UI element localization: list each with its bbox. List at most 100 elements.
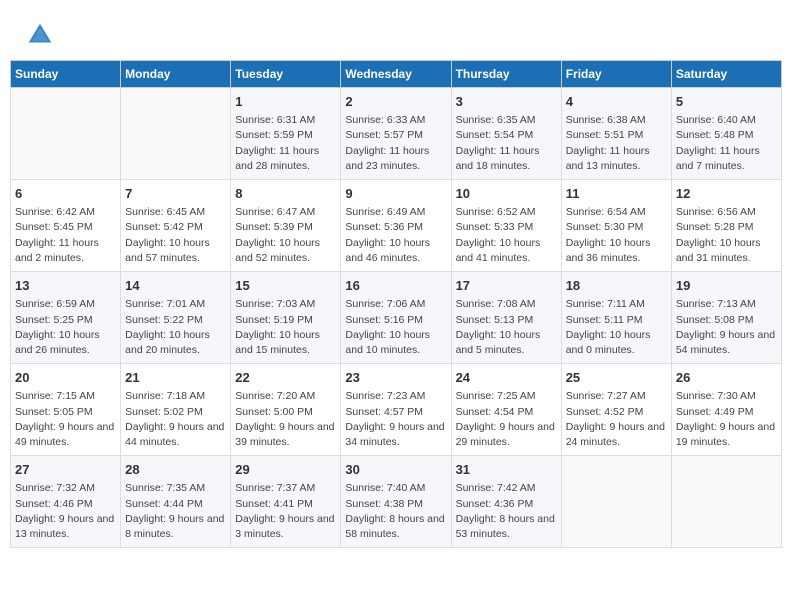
day-info: Sunrise: 6:35 AM Sunset: 5:54 PM Dayligh… [456,113,557,174]
day-number: 4 [566,93,667,111]
day-number: 13 [15,277,116,295]
day-info: Sunrise: 7:25 AM Sunset: 4:54 PM Dayligh… [456,389,557,450]
day-number: 28 [125,461,226,479]
day-info: Sunrise: 7:06 AM Sunset: 5:16 PM Dayligh… [345,297,446,358]
day-cell: 2Sunrise: 6:33 AM Sunset: 5:57 PM Daylig… [341,88,451,180]
week-row-3: 13Sunrise: 6:59 AM Sunset: 5:25 PM Dayli… [11,272,782,364]
header-cell-saturday: Saturday [671,61,781,88]
page-header [10,10,782,55]
day-number: 16 [345,277,446,295]
day-cell: 15Sunrise: 7:03 AM Sunset: 5:19 PM Dayli… [231,272,341,364]
day-number: 22 [235,369,336,387]
logo [25,20,59,50]
day-info: Sunrise: 6:40 AM Sunset: 5:48 PM Dayligh… [676,113,777,174]
day-number: 19 [676,277,777,295]
week-row-4: 20 Sunrise: 7:15 AM Sunset: 5:05 PM Dayli… [11,364,782,456]
day-cell: 20 Sunrise: 7:15 AM Sunset: 5:05 PM Dayli… [11,364,121,456]
day-cell: 10 Sunrise: 6:52 AM Sunset: 5:33 PM Dayli… [451,180,561,272]
day-cell: 27 Sunrise: 7:32 AM Sunset: 4:46 PM Dayli… [11,456,121,548]
day-info: Sunrise: 7:32 AM Sunset: 4:46 PM Dayligh… [15,481,116,542]
day-info: Sunrise: 6:38 AM Sunset: 5:51 PM Dayligh… [566,113,667,174]
day-number: 14 [125,277,226,295]
day-number: 3 [456,93,557,111]
day-info: Sunrise: 7:37 AM Sunset: 4:41 PM Dayligh… [235,481,336,542]
day-number: 6 [15,185,116,203]
day-number: 30 [345,461,446,479]
week-row-1: 1 Sunrise: 6:31 AM Sunset: 5:59 PM Daylig… [11,88,782,180]
day-cell: 4 Sunrise: 6:38 AM Sunset: 5:51 PM Daylig… [561,88,671,180]
day-info: Sunrise: 7:03 AM Sunset: 5:19 PM Dayligh… [235,297,336,358]
day-info: Sunrise: 7:30 AM Sunset: 4:49 PM Dayligh… [676,389,777,450]
day-number: 27 [15,461,116,479]
day-info: Sunrise: 6:42 AM Sunset: 5:45 PM Dayligh… [15,205,116,266]
day-number: 29 [235,461,336,479]
day-cell: 24 Sunrise: 7:25 AM Sunset: 4:54 PM Dayli… [451,364,561,456]
calendar-header: SundayMondayTuesdayWednesdayThursdayFrid… [11,61,782,88]
day-cell: 1 Sunrise: 6:31 AM Sunset: 5:59 PM Daylig… [231,88,341,180]
day-info: Sunrise: 7:27 AM Sunset: 4:52 PM Dayligh… [566,389,667,450]
day-cell: 22 Sunrise: 7:20 AM Sunset: 5:00 PM Dayli… [231,364,341,456]
day-info: Sunrise: 7:01 AM Sunset: 5:22 PM Dayligh… [125,297,226,358]
day-number: 26 [676,369,777,387]
day-cell: 5 Sunrise: 6:40 AM Sunset: 5:48 PM Daylig… [671,88,781,180]
day-number: 17 [456,277,557,295]
day-cell: 29 Sunrise: 7:37 AM Sunset: 4:41 PM Dayli… [231,456,341,548]
day-cell [121,88,231,180]
day-cell [671,456,781,548]
day-cell: 14 Sunrise: 7:01 AM Sunset: 5:22 PM Dayli… [121,272,231,364]
day-cell: 31 Sunrise: 7:42 AM Sunset: 4:36 PM Dayli… [451,456,561,548]
day-info: Sunrise: 7:13 AM Sunset: 5:08 PM Dayligh… [676,297,777,358]
calendar-table: SundayMondayTuesdayWednesdayThursdayFrid… [10,60,782,548]
day-cell: 12Sunrise: 6:56 AM Sunset: 5:28 PM Dayli… [671,180,781,272]
day-cell: 21 Sunrise: 7:18 AM Sunset: 5:02 PM Dayli… [121,364,231,456]
day-cell: 16 Sunrise: 7:06 AM Sunset: 5:16 PM Dayli… [341,272,451,364]
day-info: Sunrise: 6:49 AM Sunset: 5:36 PM Dayligh… [345,205,446,266]
day-info: Sunrise: 7:35 AM Sunset: 4:44 PM Dayligh… [125,481,226,542]
day-info: Sunrise: 7:20 AM Sunset: 5:00 PM Dayligh… [235,389,336,450]
day-info: Sunrise: 6:31 AM Sunset: 5:59 PM Dayligh… [235,113,336,174]
day-info: Sunrise: 6:54 AM Sunset: 5:30 PM Dayligh… [566,205,667,266]
day-number: 10 [456,185,557,203]
day-info: Sunrise: 7:15 AM Sunset: 5:05 PM Dayligh… [15,389,116,450]
day-info: Sunrise: 6:47 AM Sunset: 5:39 PM Dayligh… [235,205,336,266]
day-cell: 25 Sunrise: 7:27 AM Sunset: 4:52 PM Dayli… [561,364,671,456]
week-row-5: 27 Sunrise: 7:32 AM Sunset: 4:46 PM Dayli… [11,456,782,548]
day-number: 8 [235,185,336,203]
day-cell: 26 Sunrise: 7:30 AM Sunset: 4:49 PM Dayli… [671,364,781,456]
day-cell: 17 Sunrise: 7:08 AM Sunset: 5:13 PM Dayli… [451,272,561,364]
header-cell-monday: Monday [121,61,231,88]
day-number: 31 [456,461,557,479]
day-number: 20 [15,369,116,387]
day-cell: 11Sunrise: 6:54 AM Sunset: 5:30 PM Dayli… [561,180,671,272]
header-cell-friday: Friday [561,61,671,88]
week-row-2: 6 Sunrise: 6:42 AM Sunset: 5:45 PM Daylig… [11,180,782,272]
day-info: Sunrise: 6:52 AM Sunset: 5:33 PM Dayligh… [456,205,557,266]
day-info: Sunrise: 7:42 AM Sunset: 4:36 PM Dayligh… [456,481,557,542]
day-cell: 19 Sunrise: 7:13 AM Sunset: 5:08 PM Dayli… [671,272,781,364]
header-cell-tuesday: Tuesday [231,61,341,88]
day-cell: 13Sunrise: 6:59 AM Sunset: 5:25 PM Dayli… [11,272,121,364]
day-cell: 3 Sunrise: 6:35 AM Sunset: 5:54 PM Daylig… [451,88,561,180]
day-cell: 9Sunrise: 6:49 AM Sunset: 5:36 PM Daylig… [341,180,451,272]
day-info: Sunrise: 7:18 AM Sunset: 5:02 PM Dayligh… [125,389,226,450]
day-number: 21 [125,369,226,387]
day-number: 25 [566,369,667,387]
day-cell [561,456,671,548]
day-number: 12 [676,185,777,203]
header-cell-thursday: Thursday [451,61,561,88]
day-info: Sunrise: 7:11 AM Sunset: 5:11 PM Dayligh… [566,297,667,358]
day-number: 1 [235,93,336,111]
day-cell: 23Sunrise: 7:23 AM Sunset: 4:57 PM Dayli… [341,364,451,456]
header-row: SundayMondayTuesdayWednesdayThursdayFrid… [11,61,782,88]
day-info: Sunrise: 7:08 AM Sunset: 5:13 PM Dayligh… [456,297,557,358]
day-number: 7 [125,185,226,203]
day-cell: 28 Sunrise: 7:35 AM Sunset: 4:44 PM Dayli… [121,456,231,548]
day-info: Sunrise: 6:45 AM Sunset: 5:42 PM Dayligh… [125,205,226,266]
day-number: 18 [566,277,667,295]
logo-icon [25,20,55,50]
day-cell: 18 Sunrise: 7:11 AM Sunset: 5:11 PM Dayli… [561,272,671,364]
header-cell-sunday: Sunday [11,61,121,88]
day-number: 24 [456,369,557,387]
day-number: 5 [676,93,777,111]
day-cell: 8 Sunrise: 6:47 AM Sunset: 5:39 PM Daylig… [231,180,341,272]
